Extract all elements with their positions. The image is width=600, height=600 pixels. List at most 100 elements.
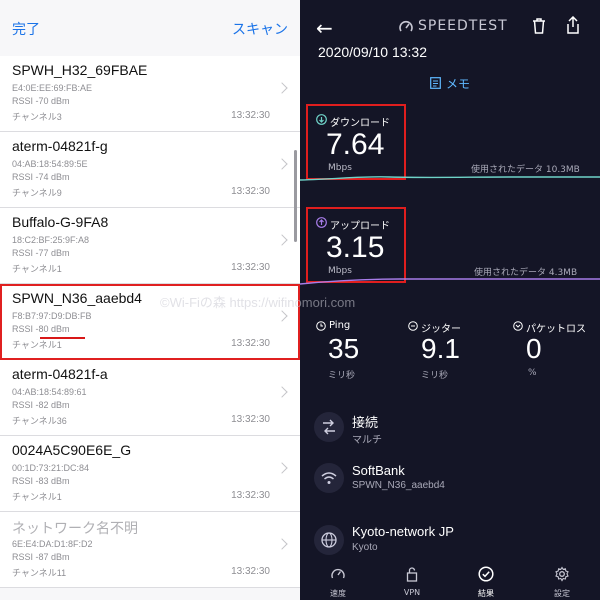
network-ssid: ネットワーク名不明 (12, 520, 138, 536)
network-row[interactable]: SPWH_H32_69FBAE E4:0E:EE:69:FB:AE RSSI -… (0, 56, 300, 132)
jitter-unit: ミリ秒 (421, 371, 449, 381)
memo-button[interactable]: メモ (446, 75, 470, 92)
tab-results-label: 結果 (478, 589, 494, 598)
upload-graph (300, 278, 600, 285)
packet-loss-value: 0 (526, 333, 542, 364)
check-circle-icon (478, 566, 494, 582)
network-time: 13:32:30 (231, 414, 270, 425)
upload-value: 3.15 (326, 231, 385, 264)
network-channel: チャンネル1 (12, 492, 62, 502)
speedtest-logo-icon (399, 20, 413, 32)
network-row[interactable]: aterm-04821f-a 04:AB:18:54:89:61 RSSI -8… (0, 360, 300, 436)
tab-results[interactable]: 結果 (456, 560, 516, 600)
carrier-ssid: SPWN_N36_aaebd4 (352, 480, 445, 491)
packet-loss-icon (513, 321, 523, 331)
tab-speed[interactable]: 速度 (308, 560, 368, 600)
scan-button[interactable]: スキャン (232, 19, 288, 39)
scan-toolbar: 完了 スキャン (0, 0, 300, 56)
network-time: 13:32:30 (231, 566, 270, 577)
network-mac: F8:B7:97:D9:DB:FB (12, 311, 92, 321)
connection-title: 接続 (352, 415, 379, 430)
list-scrollbar[interactable] (294, 150, 297, 242)
network-row[interactable]: aterm-04821f-g 04:AB:18:54:89:5E RSSI -7… (0, 132, 300, 208)
chevron-right-icon (276, 234, 288, 246)
tab-speed-label: 速度 (330, 589, 346, 598)
back-arrow-icon[interactable]: ← (316, 16, 333, 40)
bottom-toolbar (0, 588, 300, 600)
ping-label: Ping (329, 320, 351, 331)
tab-settings-label: 設定 (554, 589, 570, 598)
network-mac: 00:1D:73:21:DC:84 (12, 463, 90, 473)
tab-settings[interactable]: 設定 (532, 560, 592, 600)
network-row[interactable]: ネットワーク名不明 6E:E4:DA:D1:8F:D2 RSSI -87 dBm… (0, 512, 300, 588)
chevron-right-icon (276, 310, 288, 322)
network-channel: チャンネル9 (12, 188, 62, 198)
network-mac: 18:C2:BF:25:9F:A8 (12, 235, 90, 245)
network-rssi: RSSI -70 dBm (12, 96, 70, 106)
network-mac: 04:AB:18:54:89:61 (12, 387, 87, 397)
jitter-value: 9.1 (421, 333, 460, 364)
network-channel: チャンネル1 (12, 340, 62, 350)
network-channel: チャンネル1 (12, 264, 62, 274)
lock-icon (406, 567, 418, 582)
carrier-name: SoftBank (352, 463, 405, 478)
network-time: 13:32:30 (231, 262, 270, 273)
network-ssid: SPWH_H32_69FBAE (12, 62, 148, 78)
packet-loss-unit: % (528, 368, 537, 378)
network-rssi: RSSI -80 dBm (12, 324, 70, 334)
test-datetime: 2020/09/10 13:32 (318, 44, 427, 60)
upload-label: アップロード (330, 221, 390, 232)
network-rssi: RSSI -77 dBm (12, 248, 70, 258)
network-time: 13:32:30 (231, 490, 270, 501)
network-row[interactable]: Buffalo-G-9FA8 18:C2:BF:25:9F:A8 RSSI -7… (0, 208, 300, 284)
network-list: SPWH_H32_69FBAE E4:0E:EE:69:FB:AE RSSI -… (0, 56, 300, 588)
network-ssid: SPWN_N36_aaebd4 (12, 290, 142, 306)
network-channel: チャンネル3 (12, 112, 62, 122)
network-mac: E4:0E:EE:69:FB:AE (12, 83, 93, 93)
network-rssi: RSSI -83 dBm (12, 476, 70, 486)
network-time: 13:32:30 (231, 110, 270, 121)
network-rssi: RSSI -74 dBm (12, 172, 70, 182)
network-ssid: Buffalo-G-9FA8 (12, 214, 109, 230)
connection-icon (314, 412, 344, 442)
speedometer-icon (331, 568, 345, 579)
network-time: 13:32:30 (231, 186, 270, 197)
network-time: 13:32:30 (231, 338, 270, 349)
download-value: 7.64 (326, 128, 385, 161)
network-mac: 04:AB:18:54:89:5E (12, 159, 88, 169)
bottom-tab-bar: 速度 VPN 結果 設定 (300, 560, 600, 600)
network-rssi: RSSI -87 dBm (12, 552, 70, 562)
speedtest-brand: SPEEDTEST (418, 18, 508, 34)
network-rssi: RSSI -82 dBm (12, 400, 70, 410)
tab-vpn[interactable]: VPN (382, 560, 442, 600)
watermark-text: ©Wi-Fiの森 https://wifinomori.com (160, 295, 356, 310)
trash-icon[interactable] (532, 18, 546, 34)
network-ssid: aterm-04821f-g (12, 138, 108, 154)
network-ssid: aterm-04821f-a (12, 366, 108, 382)
network-mac: 6E:E4:DA:D1:8F:D2 (12, 539, 93, 549)
network-channel: チャンネル36 (12, 416, 67, 426)
download-arrow-icon (316, 114, 327, 125)
download-label: ダウンロード (330, 118, 390, 129)
ping-icon (316, 321, 326, 331)
done-button[interactable]: 完了 (12, 19, 40, 39)
ping-unit: ミリ秒 (328, 371, 356, 381)
share-icon[interactable] (566, 16, 580, 34)
chevron-right-icon (276, 158, 288, 170)
server-location: Kyoto (352, 542, 378, 553)
network-ssid: 0024A5C90E6E_G (12, 442, 132, 458)
network-row[interactable]: 0024A5C90E6E_G 00:1D:73:21:DC:84 RSSI -8… (0, 436, 300, 512)
network-channel: チャンネル11 (12, 568, 67, 578)
globe-icon (314, 525, 344, 555)
chevron-right-icon (276, 462, 288, 474)
connection-type: マルチ (352, 435, 382, 446)
server-name: Kyoto-network JP (352, 524, 454, 539)
gear-icon (555, 566, 569, 582)
memo-icon[interactable] (430, 77, 441, 89)
chevron-right-icon (276, 386, 288, 398)
tab-vpn-label: VPN (403, 588, 421, 597)
chevron-right-icon (276, 538, 288, 550)
download-graph (300, 176, 600, 181)
ping-value: 35 (328, 333, 360, 364)
upload-arrow-icon (316, 217, 327, 228)
